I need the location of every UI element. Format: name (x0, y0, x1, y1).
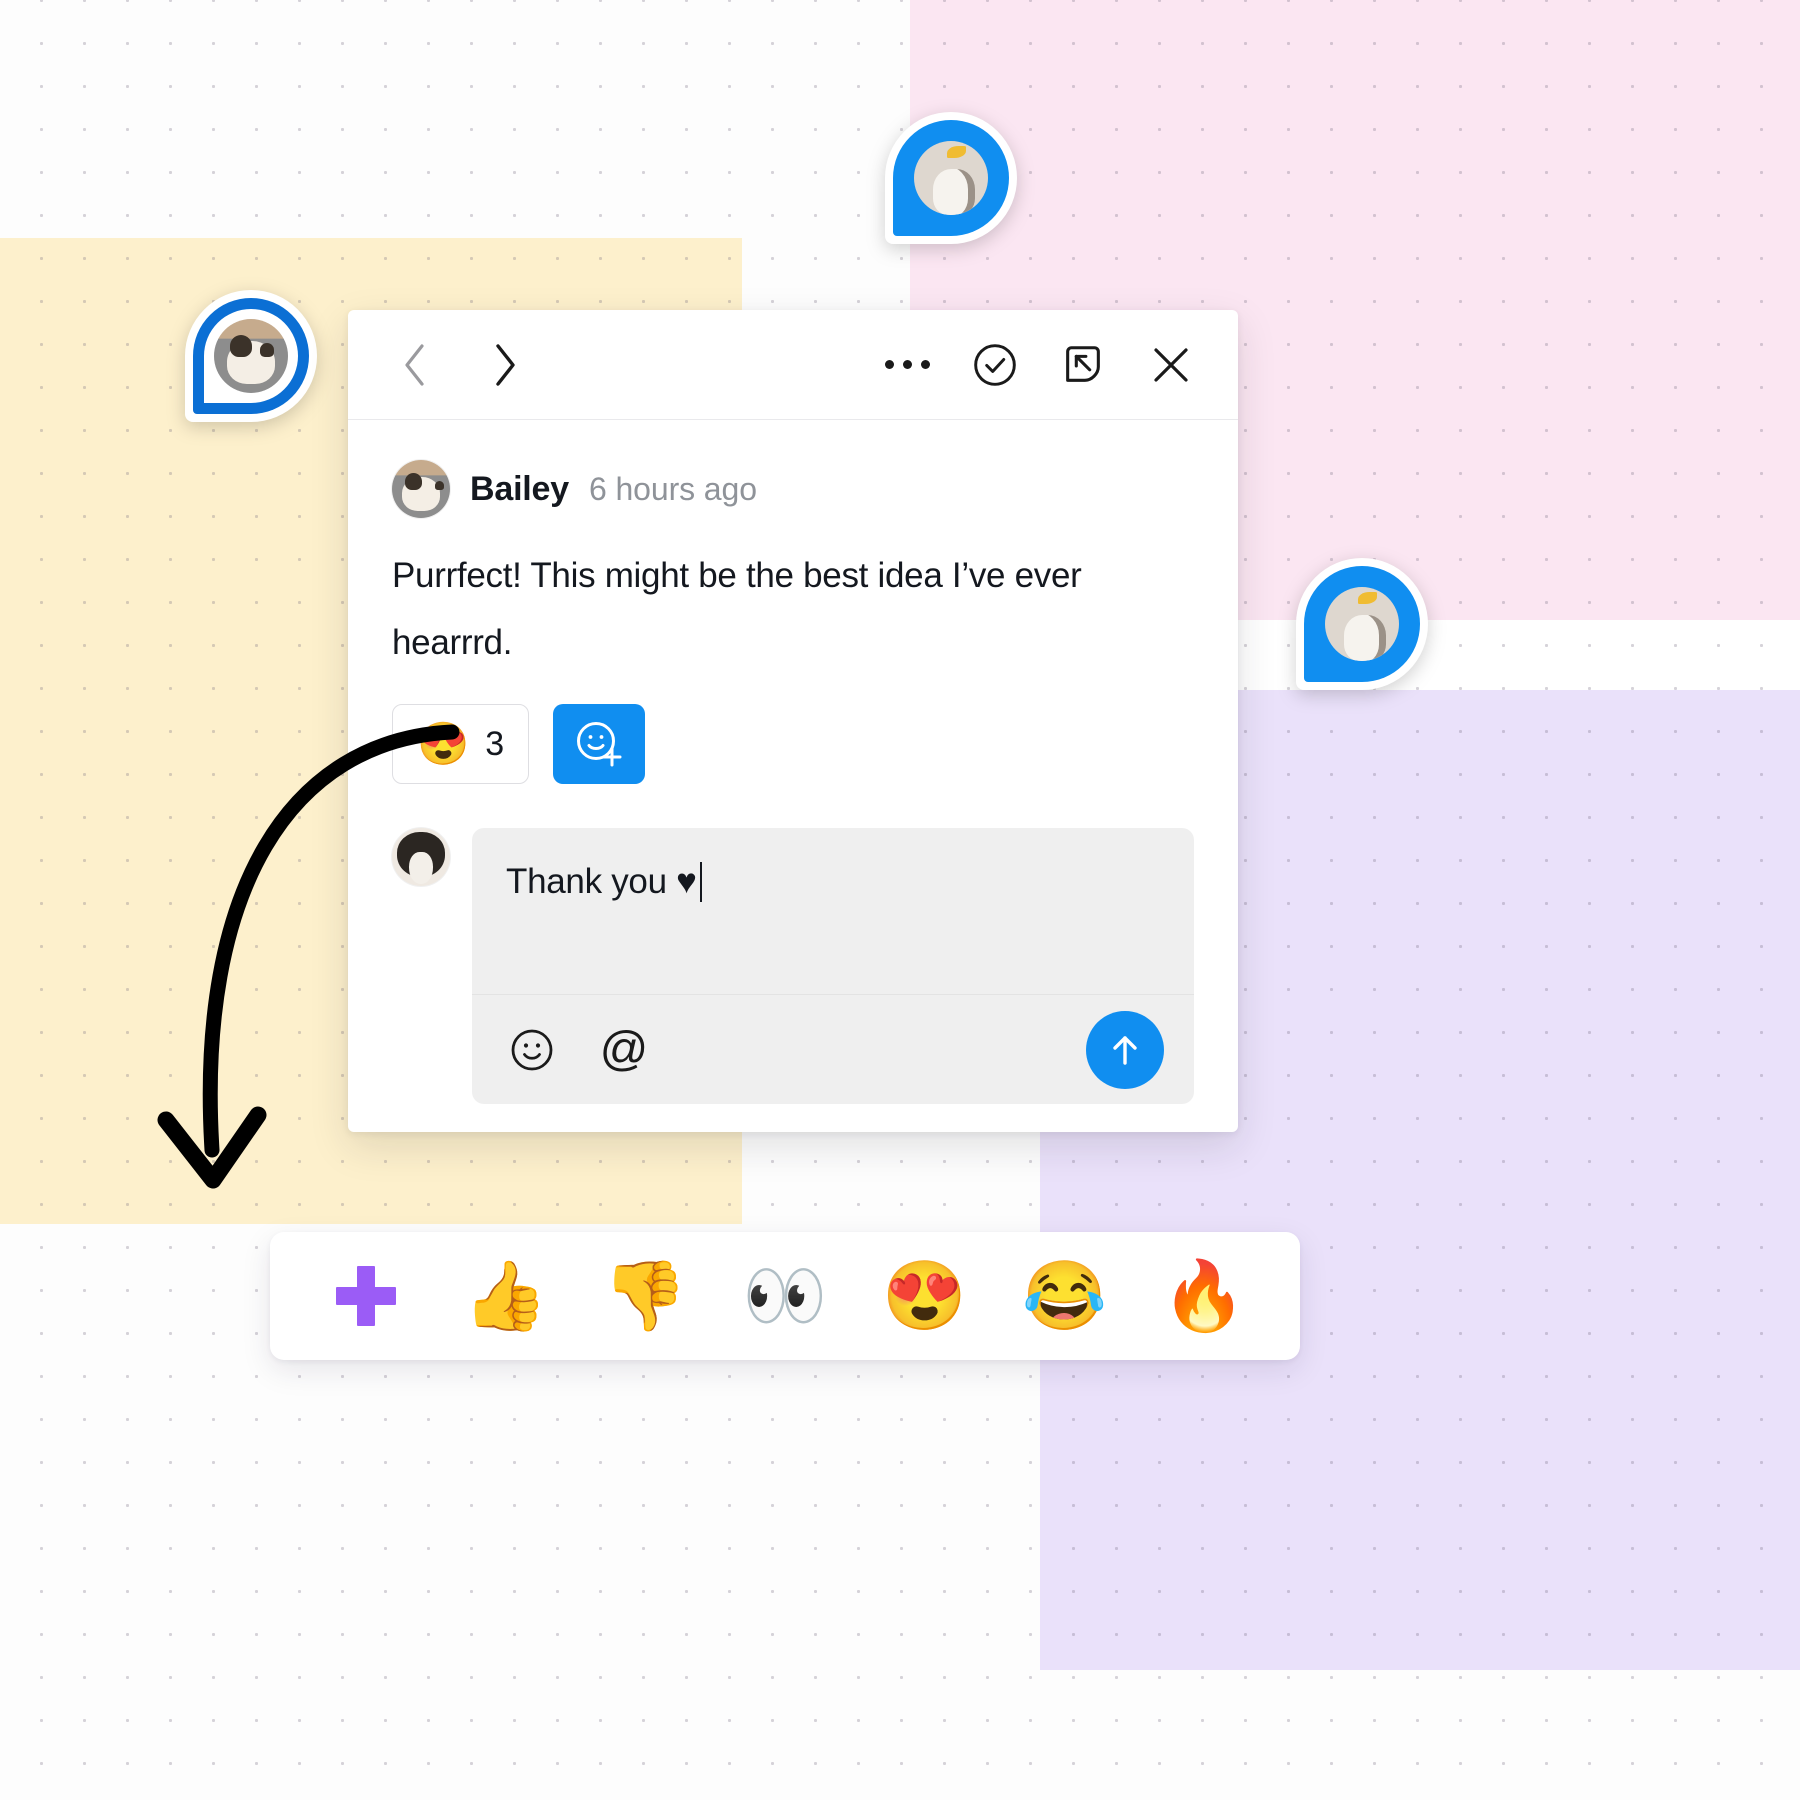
pin-shape (885, 112, 1017, 244)
composer: Thank you ♥ @ (472, 828, 1194, 1105)
emoji-option-eyes[interactable]: 👀 (737, 1248, 833, 1344)
avatar (214, 319, 288, 393)
emoji-picker: 👍 👎 👀 😍 😂 🔥 (270, 1232, 1300, 1360)
card-header-actions (884, 342, 1194, 388)
pin-shape (1296, 558, 1428, 690)
smiley-icon[interactable] (506, 1024, 558, 1076)
close-icon[interactable] (1148, 342, 1194, 388)
thumbs-up-icon: 👍 (463, 1258, 548, 1334)
pin-shape (185, 290, 317, 422)
message-body: Purrfect! This might be the best idea I’… (392, 556, 1082, 663)
message-avatar (392, 460, 450, 518)
check-circle-icon[interactable] (972, 342, 1018, 388)
text-cursor (699, 862, 703, 903)
expand-collapse-icon[interactable] (1060, 342, 1106, 388)
heart-eyes-icon: 😍 (417, 720, 470, 768)
reaction-chip-heart-eyes[interactable]: 😍 3 (392, 704, 530, 785)
presence-pin-cat-top[interactable] (885, 112, 1017, 244)
card-header (348, 310, 1238, 420)
plus-icon (335, 1266, 396, 1326)
more-dots (884, 360, 930, 369)
emoji-option-fire[interactable]: 🔥 (1156, 1248, 1252, 1344)
reaction-count: 3 (485, 724, 505, 763)
eyes-icon: 👀 (742, 1258, 828, 1334)
avatar (1325, 587, 1399, 661)
pin-inner (193, 298, 309, 414)
presence-pin-cat-right[interactable] (1296, 558, 1428, 690)
more-horizontal-icon[interactable] (884, 342, 930, 388)
thumbs-down-icon: 👎 (602, 1258, 688, 1334)
emoji-option-add-emoji[interactable] (318, 1248, 414, 1344)
send-button[interactable] (1086, 1010, 1164, 1089)
tears-of-joy-icon: 😂 (1022, 1258, 1107, 1334)
card-body: Bailey 6 hours ago Purrfect! This might … (348, 420, 1238, 1132)
fire-icon: 🔥 (1161, 1258, 1247, 1334)
composer-row: Thank you ♥ @ (392, 828, 1194, 1105)
at-icon[interactable]: @ (598, 1024, 650, 1076)
at-glyph: @ (599, 1022, 649, 1076)
reaction-row: 😍 3 (392, 704, 1194, 785)
chevron-left-icon[interactable] (392, 342, 438, 388)
pin-inner (893, 120, 1009, 236)
comment-card: Bailey 6 hours ago Purrfect! This might … (348, 310, 1238, 1132)
message-timestamp: 6 hours ago (588, 470, 757, 507)
emoji-option-heart-eyes[interactable]: 😍 (877, 1248, 973, 1344)
reply-input-value: Thank you ♥ (506, 862, 697, 902)
smiley-plus-icon (577, 722, 622, 767)
composer-toolbar: @ (472, 994, 1194, 1104)
add-reaction-button[interactable] (553, 704, 646, 785)
message-header: Bailey 6 hours ago (392, 460, 1194, 518)
emoji-option-thumbs-down[interactable]: 👎 (597, 1248, 693, 1344)
heart-eyes-icon: 😍 (882, 1258, 967, 1334)
emoji-option-tears-of-joy[interactable]: 😂 (1016, 1248, 1112, 1344)
message-author: Bailey (470, 469, 569, 508)
card-header-nav (392, 342, 528, 388)
presence-pin-cat-left[interactable] (185, 290, 317, 422)
screenshot-canvas: Bailey 6 hours ago Purrfect! This might … (0, 0, 1800, 1800)
avatar (914, 141, 988, 215)
emoji-option-thumbs-up[interactable]: 👍 (458, 1248, 554, 1344)
reply-input[interactable]: Thank you ♥ (472, 828, 1194, 994)
pin-inner (1304, 566, 1420, 682)
chevron-right-icon[interactable] (482, 342, 528, 388)
arrow-up-icon (1113, 1036, 1137, 1065)
composer-avatar (392, 828, 450, 887)
